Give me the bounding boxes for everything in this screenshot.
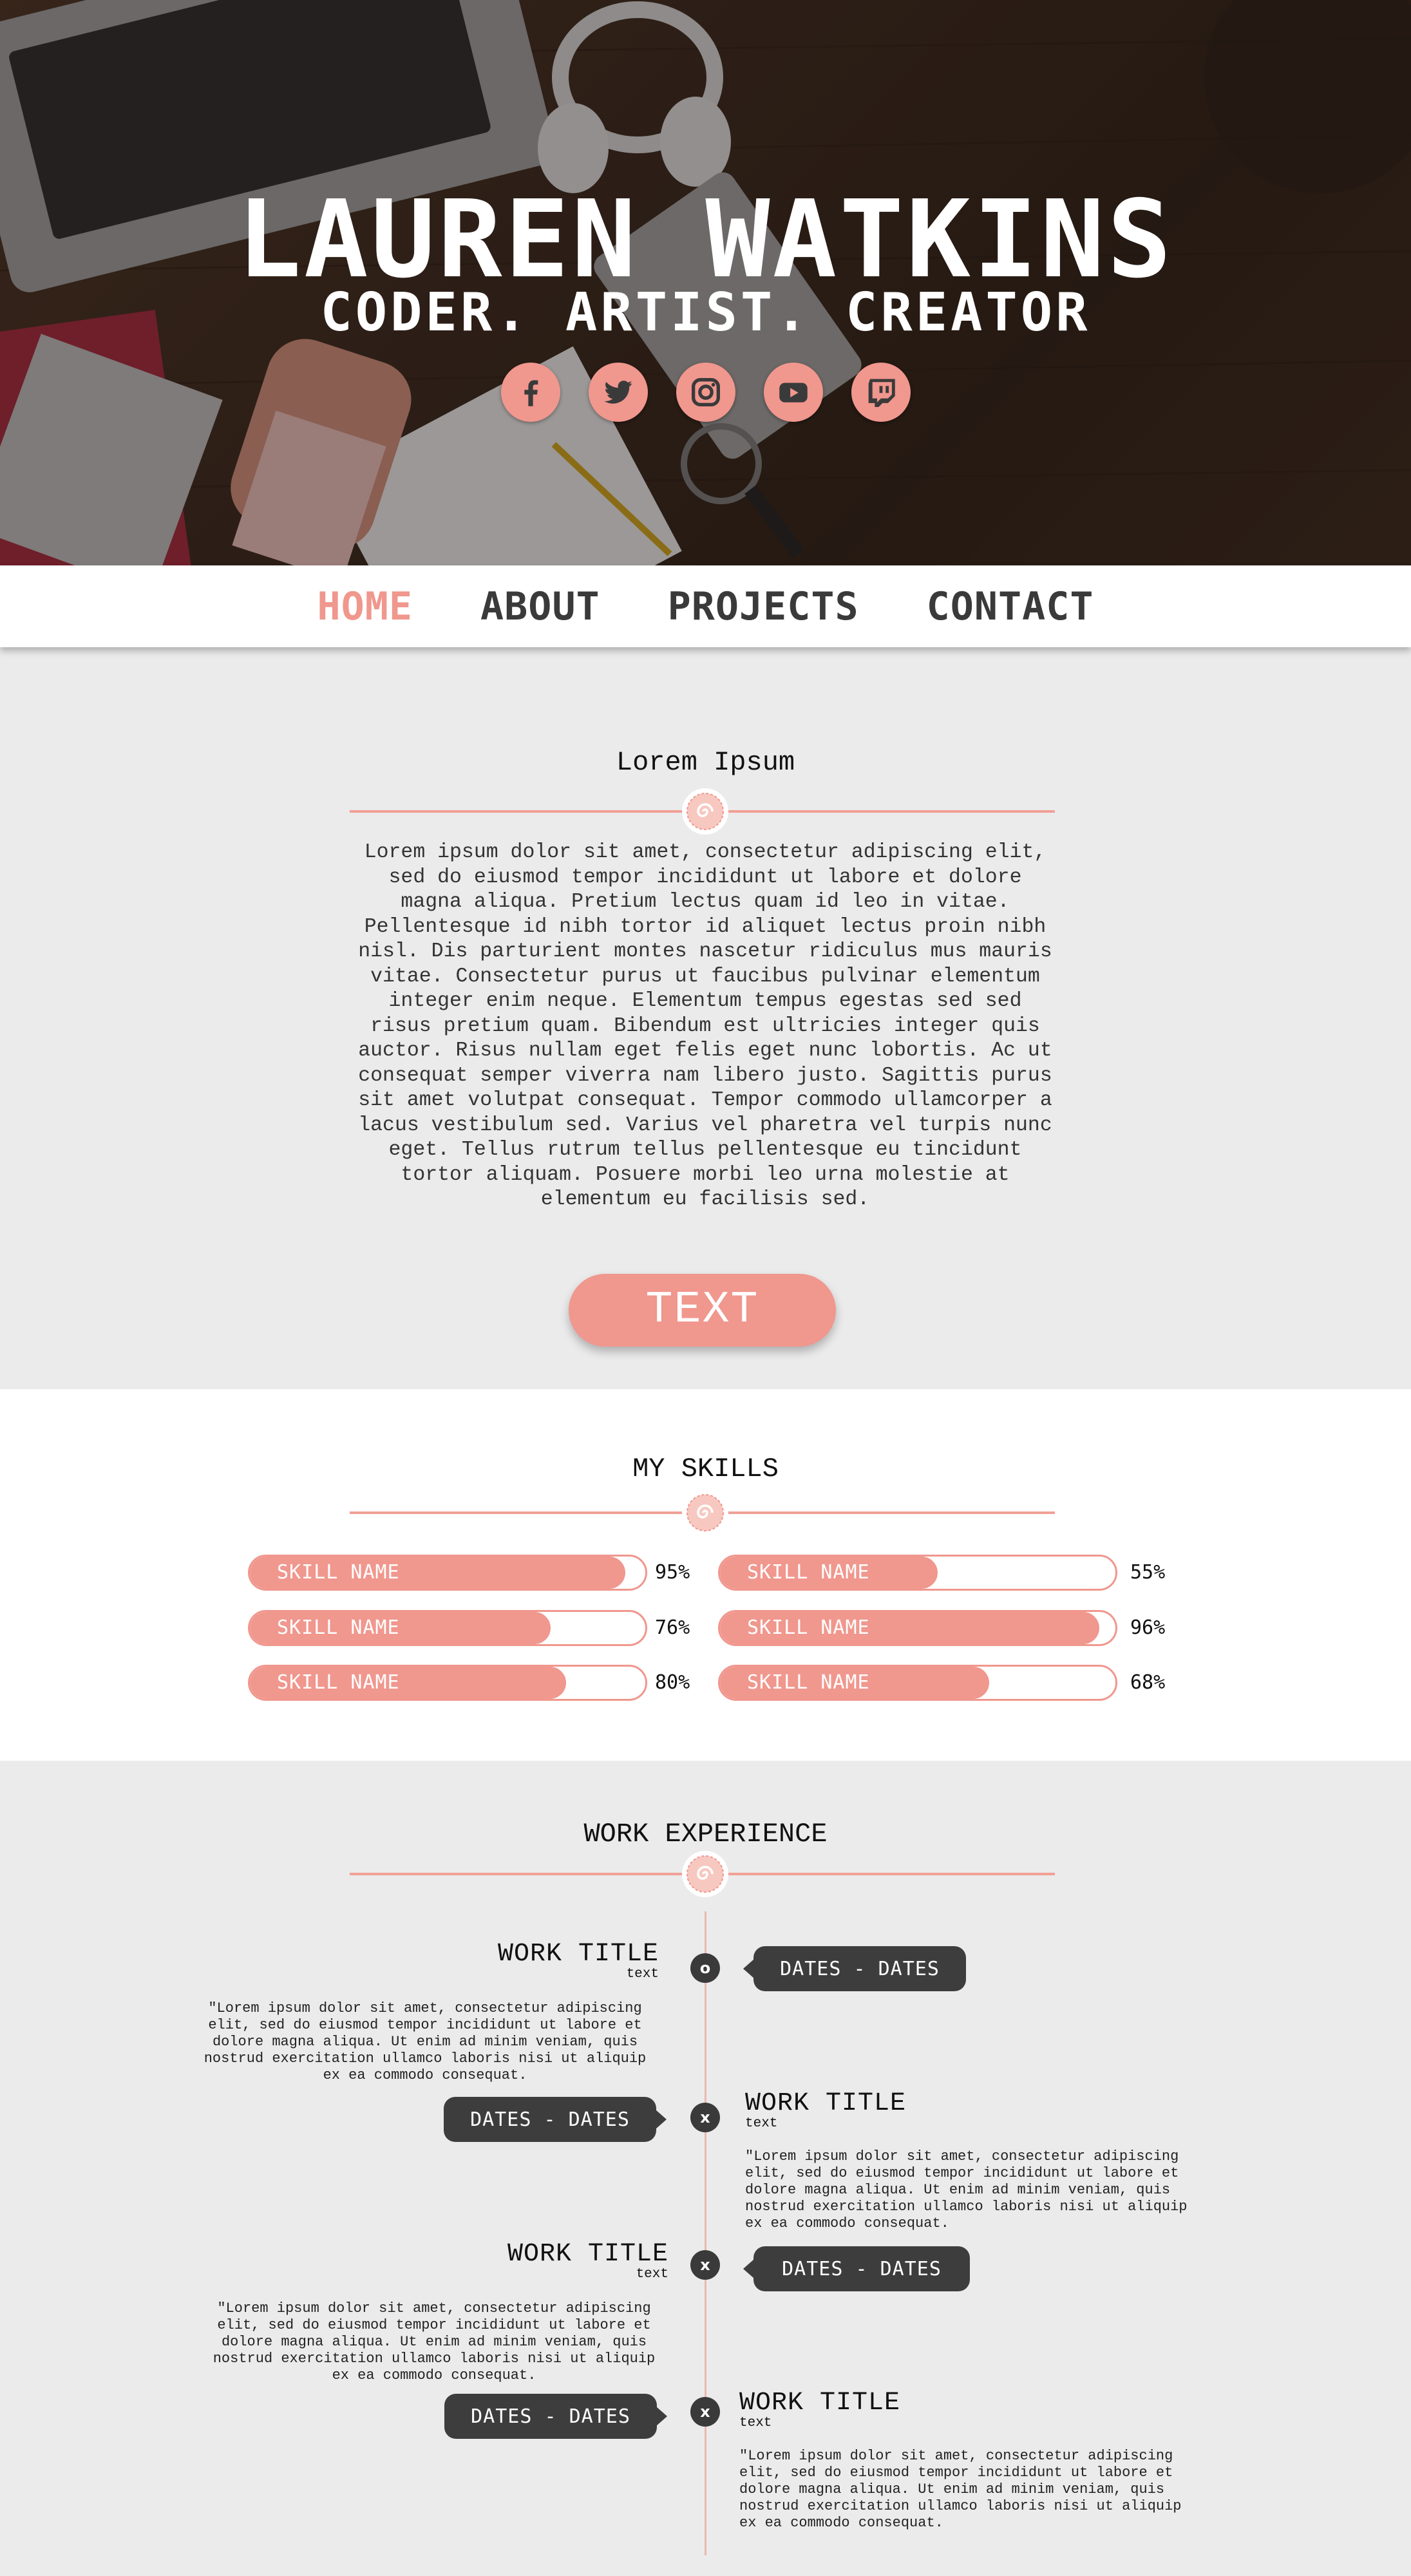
work-description: "Lorem ipsum dolor sit amet, consectetur… — [745, 2148, 1188, 2231]
twitch-icon — [868, 379, 895, 407]
nav-contact[interactable]: CONTACT — [927, 584, 1094, 629]
work-heading: WORK EXPERIENCE — [583, 1819, 828, 1850]
intro-heading: Lorem Ipsum — [616, 747, 795, 778]
work-experience-section: WORK EXPERIENCE WORK TITLE text "Lorem i… — [0, 1761, 1411, 2576]
hero-banner: LAUREN WATKINS CODER. ARTIST. CREATOR — [0, 0, 1411, 565]
intro-paragraph: Lorem ipsum dolor sit amet, consectetur … — [358, 841, 1052, 1211]
work-dates: DATES - DATES — [743, 2246, 970, 2291]
skill-name: SKILL NAME — [277, 1671, 400, 1694]
skills-heading: MY SKILLS — [632, 1454, 779, 1484]
main-navigation: HOME ABOUT PROJECTS CONTACT — [0, 565, 1411, 647]
hero-name: LAUREN WATKINS — [236, 178, 1175, 302]
hero-tagline: CODER. ARTIST. CREATOR — [320, 282, 1091, 343]
skill-bar: SKILL NAME — [718, 1555, 1117, 1591]
instagram-button[interactable] — [676, 363, 735, 422]
work-dates: DATES - DATES — [444, 2394, 667, 2439]
youtube-icon — [779, 383, 808, 402]
skill-percent: 80% — [655, 1671, 690, 1694]
skills-section: MY SKILLS SKILL NAME 95% SKILL NAME 55% … — [0, 1389, 1411, 1761]
skill-name: SKILL NAME — [747, 1616, 870, 1639]
work-description: "Lorem ipsum dolor sit amet, consectetur… — [739, 2448, 1182, 2531]
text-button[interactable]: TEXT — [569, 1274, 836, 1347]
timeline-x-icon: x — [690, 2103, 720, 2132]
skill-percent: 95% — [655, 1561, 690, 1584]
skill-percent: 96% — [1130, 1616, 1166, 1639]
work-dates: DATES - DATES — [444, 2097, 667, 2142]
intro-section: Lorem Ipsum Lorem ipsum dolor sit amet, … — [0, 647, 1411, 1389]
skill-name: SKILL NAME — [747, 1561, 870, 1584]
work-title: WORK TITLE — [507, 2240, 668, 2269]
twitter-button[interactable] — [588, 363, 648, 422]
instagram-icon — [691, 378, 720, 406]
work-description: "Lorem ipsum dolor sit amet, consectetur… — [204, 2000, 647, 2083]
nav-home[interactable]: HOME — [317, 584, 413, 629]
skill-bar: SKILL NAME — [248, 1610, 647, 1646]
facebook-icon — [524, 380, 538, 406]
swirl-icon — [687, 1494, 724, 1531]
timeline-line — [705, 1911, 706, 2555]
swirl-icon — [687, 793, 724, 830]
twitch-button[interactable] — [851, 363, 911, 422]
timeline-x-icon: x — [690, 2397, 720, 2427]
swirl-badge — [682, 1851, 728, 1897]
skill-percent: 68% — [1130, 1671, 1166, 1694]
swirl-icon — [687, 1855, 724, 1893]
work-title: WORK TITLE — [497, 1940, 659, 1969]
nav-projects[interactable]: PROJECTS — [668, 584, 859, 629]
work-subtitle: text — [739, 2416, 772, 2430]
facebook-button[interactable] — [500, 363, 560, 422]
nav-about[interactable]: ABOUT — [480, 584, 600, 629]
skill-name: SKILL NAME — [747, 1671, 870, 1694]
skill-name: SKILL NAME — [277, 1616, 400, 1639]
skill-bar: SKILL NAME — [718, 1665, 1117, 1701]
work-description: "Lorem ipsum dolor sit amet, consectetur… — [213, 2300, 656, 2383]
skill-percent: 55% — [1130, 1561, 1166, 1584]
work-dates: DATES - DATES — [743, 1946, 966, 1991]
work-title: WORK TITLE — [745, 2089, 907, 2118]
skill-bar: SKILL NAME — [718, 1610, 1117, 1646]
timeline-x-icon: x — [690, 2250, 720, 2280]
work-subtitle: text — [626, 1967, 659, 1982]
swirl-badge — [682, 788, 728, 835]
skill-name: SKILL NAME — [277, 1561, 400, 1584]
youtube-button[interactable] — [763, 363, 823, 422]
skill-percent: 76% — [655, 1616, 690, 1639]
swirl-badge — [682, 1490, 728, 1536]
timeline-circle-icon: o — [690, 1953, 720, 1983]
work-subtitle: text — [745, 2116, 778, 2131]
twitter-icon — [603, 381, 632, 404]
work-subtitle: text — [636, 2267, 668, 2282]
social-links — [0, 363, 1411, 422]
work-title: WORK TITLE — [739, 2389, 901, 2418]
skill-bar: SKILL NAME — [248, 1555, 647, 1591]
skill-bar: SKILL NAME — [248, 1665, 647, 1701]
